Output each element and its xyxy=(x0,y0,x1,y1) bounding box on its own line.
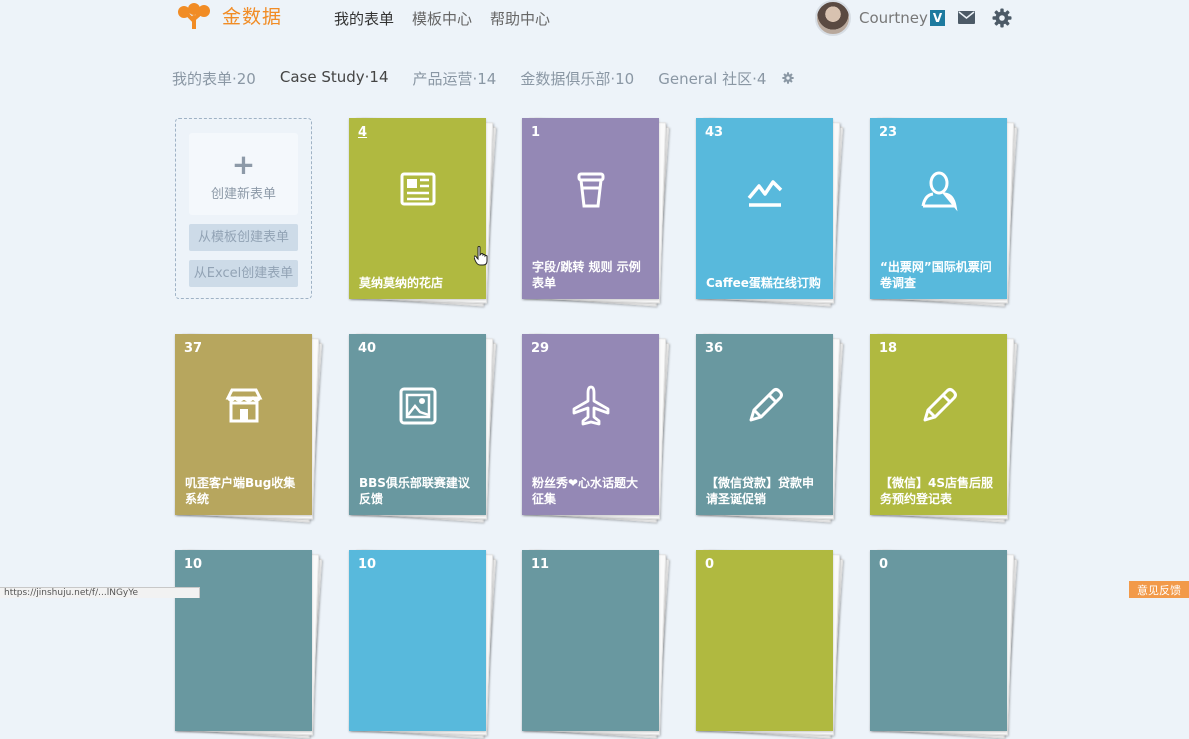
feedback-button[interactable]: 意见反馈 xyxy=(1129,581,1189,598)
hand-cursor-icon xyxy=(474,246,488,266)
logo-text: 金数据 xyxy=(222,6,283,28)
form-card-face[interactable]: 43 Caffee蛋糕在线订购 xyxy=(696,118,833,299)
form-card-face[interactable]: 10 xyxy=(175,550,312,731)
form-card[interactable]: 29 粉丝秀❤心水话题大征集 xyxy=(521,333,670,523)
tab-settings-gear-icon[interactable] xyxy=(782,72,795,84)
form-card[interactable]: 10 xyxy=(174,549,323,739)
form-card[interactable]: 43 Caffee蛋糕在线订购 xyxy=(695,117,844,307)
form-card-face[interactable]: 40 BBS俱乐部联赛建议反馈 xyxy=(349,334,486,515)
user-menu[interactable]: Courtney V xyxy=(815,0,946,36)
line-chart-icon xyxy=(747,180,783,207)
entry-count: 0 xyxy=(705,557,715,572)
tab-my-forms[interactable]: 我的表单·20 xyxy=(172,68,256,89)
form-card[interactable]: 1 字段/跳转 规则 示例表单 xyxy=(521,117,670,307)
form-title: 【微信贷款】贷款申请圣诞促销 xyxy=(706,476,815,506)
plus-icon: + xyxy=(231,148,256,181)
header: 金数据 我的表单 模板中心 帮助中心 Courtney V xyxy=(0,0,1189,40)
store-icon xyxy=(225,388,263,423)
form-card[interactable]: 4 莫纳莫纳的花店 xyxy=(348,117,497,307)
form-card-face[interactable]: 0 xyxy=(696,550,833,731)
entry-count: 43 xyxy=(705,125,724,140)
form-title: “出票网”国际机票问卷调查 xyxy=(880,260,992,290)
form-card[interactable]: 40 BBS俱乐部联赛建议反馈 xyxy=(348,333,497,523)
form-card-face[interactable]: 1 字段/跳转 规则 示例表单 xyxy=(522,118,659,299)
form-card[interactable]: 37 叽歪客户端Bug收集系统 xyxy=(174,333,323,523)
form-card-face[interactable]: 36 【微信贷款】贷款申请圣诞促销 xyxy=(696,334,833,515)
picture-icon xyxy=(399,387,437,425)
entry-count: 0 xyxy=(879,557,889,572)
form-title: 莫纳莫纳的花店 xyxy=(359,276,444,290)
form-title: 字段/跳转 规则 示例表单 xyxy=(532,260,641,290)
form-card-face[interactable]: 29 粉丝秀❤心水话题大征集 xyxy=(522,334,659,515)
form-card-face[interactable]: 18 【微信】4S店售后服务预约登记表 xyxy=(870,334,1007,515)
create-new-form-label: 创建新表单 xyxy=(210,187,276,202)
form-card-face[interactable]: 37 叽歪客户端Bug收集系统 xyxy=(175,334,312,515)
folder-tabs: 我的表单·20 Case Study·14 产品运营·14 金数据俱乐部·10 … xyxy=(172,68,795,89)
create-from-template-button[interactable]: 从模板创建表单 xyxy=(189,224,298,251)
form-card[interactable]: 11 xyxy=(521,549,670,739)
form-card-face[interactable]: 23 “出票网”国际机票问卷调查 xyxy=(870,118,1007,299)
entry-count: 36 xyxy=(705,341,724,356)
form-card[interactable]: 10 xyxy=(348,549,497,739)
entry-count: 11 xyxy=(531,557,550,572)
mail-icon[interactable] xyxy=(958,11,975,24)
entry-count: 1 xyxy=(531,125,541,140)
form-card-face[interactable]: 10 xyxy=(349,550,486,731)
tab-general[interactable]: General 社区·4 xyxy=(658,68,766,89)
form-card-face[interactable]: 11 xyxy=(522,550,659,731)
username[interactable]: Courtney xyxy=(859,9,928,27)
user-icon xyxy=(921,171,958,212)
entry-count: 10 xyxy=(358,557,377,572)
pencil-icon xyxy=(749,388,783,422)
tree-logo-icon xyxy=(178,2,210,29)
airplane-icon xyxy=(572,385,610,426)
form-card-face[interactable]: 4 莫纳莫纳的花店 xyxy=(349,118,486,299)
form-card[interactable]: 23 “出票网”国际机票问卷调查 xyxy=(869,117,1018,307)
nav-help[interactable]: 帮助中心 xyxy=(490,8,550,29)
entry-count: 29 xyxy=(531,341,550,356)
main-nav: 我的表单 模板中心 帮助中心 xyxy=(334,8,550,29)
entry-count: 37 xyxy=(184,341,203,356)
tab-case-study[interactable]: Case Study·14 xyxy=(280,68,389,89)
entry-count: 23 xyxy=(879,125,898,140)
avatar[interactable] xyxy=(815,0,851,36)
status-bar-url: https://jinshuju.net/f/...lNGyYe xyxy=(0,587,200,598)
create-from-excel-button[interactable]: 从Excel创建表单 xyxy=(189,260,298,287)
entry-count: 10 xyxy=(184,557,203,572)
form-card-face[interactable]: 0 xyxy=(870,550,1007,731)
entry-count: 40 xyxy=(358,341,377,356)
form-card[interactable]: 36 【微信贷款】贷款申请圣诞促销 xyxy=(695,333,844,523)
nav-templates[interactable]: 模板中心 xyxy=(412,8,472,29)
entry-count[interactable]: 4 xyxy=(358,125,367,140)
nav-my-forms[interactable]: 我的表单 xyxy=(334,8,394,29)
newspaper-icon xyxy=(400,172,436,206)
form-title: Caffee蛋糕在线订购 xyxy=(706,276,821,290)
create-form-panel: + 创建新表单 从模板创建表单 从Excel创建表单 xyxy=(175,118,312,299)
pencil-icon xyxy=(923,388,957,422)
form-card[interactable]: 18 【微信】4S店售后服务预约登记表 xyxy=(869,333,1018,523)
form-title: BBS俱乐部联赛建议反馈 xyxy=(359,476,470,506)
verified-badge: V xyxy=(929,10,946,26)
form-title: 粉丝秀❤心水话题大征集 xyxy=(532,476,639,506)
settings-gear-icon[interactable] xyxy=(992,8,1012,28)
form-card[interactable]: 0 xyxy=(869,549,1018,739)
logo[interactable]: 金数据 xyxy=(172,2,282,29)
coffee-cup-icon xyxy=(577,172,605,208)
form-title: 叽歪客户端Bug收集系统 xyxy=(185,476,296,506)
form-card[interactable]: 0 xyxy=(695,549,844,739)
create-new-form-button[interactable]: + 创建新表单 xyxy=(189,133,298,215)
tab-product-ops[interactable]: 产品运营·14 xyxy=(413,68,497,89)
form-title: 【微信】4S店售后服务预约登记表 xyxy=(880,476,993,506)
tab-club[interactable]: 金数据俱乐部·10 xyxy=(520,68,634,89)
entry-count: 18 xyxy=(879,341,898,356)
